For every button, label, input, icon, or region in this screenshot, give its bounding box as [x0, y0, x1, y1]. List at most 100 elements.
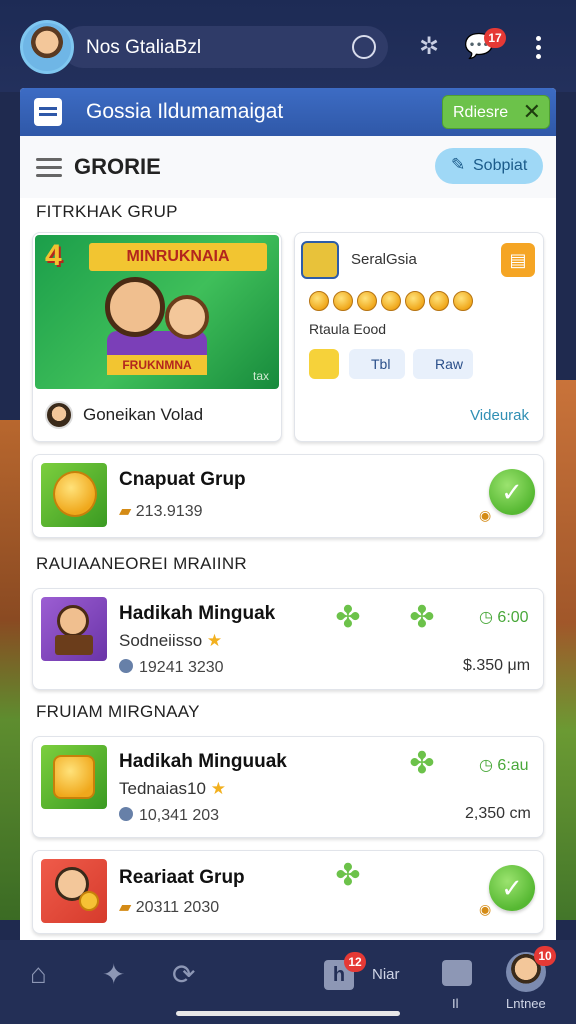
promo-strip: FRUKNMNA [107, 355, 207, 375]
submit-button-label: Sobpiat [473, 157, 528, 174]
promo-card[interactable]: 4 MINRUKNAIA FRUKNMNA tax Goneikan Volad [32, 232, 282, 442]
item-time-value: 6:au [497, 757, 529, 774]
content-list: FITRKHAK GRUP 4 MINRUKNAIA FRUKNMNA tax … [20, 198, 556, 940]
pill-raw[interactable]: Raw [413, 349, 473, 379]
notification-badge: 17 [484, 28, 506, 48]
reward-text: Rtaula Eood [309, 321, 387, 337]
list-item[interactable]: Hadikah Minguuak Tednaias10 ★ 10,341 203… [32, 736, 544, 838]
coin-icon [453, 291, 473, 311]
section3-label: FRUIAM MIRGNAAY [36, 702, 200, 721]
item-time: ◷ 6:00 [479, 607, 529, 627]
gold-coin-icon [41, 463, 107, 527]
small-coin-icon: ◉ [479, 901, 492, 917]
menu-icon[interactable] [36, 158, 62, 178]
message-nav-icon[interactable] [442, 960, 472, 986]
list-item[interactable]: Reariaat Grup ▰ 20311 2030 ✤ ✓ ◉ [32, 850, 544, 934]
coin-icon [429, 291, 449, 311]
profile-badge: 10 [534, 946, 556, 966]
panel-header: Gossia Ildumamaigat Rdiesre ✕ [20, 88, 556, 136]
coin-icon [381, 291, 401, 311]
group-card[interactable]: Cnapuat Grup ▰ 213.9139 ✓ ◉ [32, 454, 544, 538]
kid-icon [41, 597, 107, 661]
clock-icon: ◷ [479, 757, 493, 774]
item-title: Hadikah Minguuak [119, 751, 287, 772]
item-price: 2,350 cm [465, 805, 531, 822]
item-subtitle: Sodneiisso ★ [119, 631, 222, 651]
panel-title: Gossia Ildumamaigat [86, 100, 284, 123]
profile-label: Lntnee [506, 996, 546, 1011]
item-time-value: 6:00 [497, 609, 529, 626]
explore-icon[interactable]: ⟳ [172, 958, 195, 991]
item-subtitle-text: Sodneiisso [119, 631, 203, 650]
section-title: GRORIE [74, 154, 161, 179]
reward-logo-icon [301, 241, 339, 279]
pencil-icon: ✎ [451, 155, 466, 174]
clock-icon: ◷ [479, 609, 493, 626]
item-subtitle: Tednaias10 ★ [119, 779, 226, 799]
group-card-title: Cnapuat Grup [119, 469, 246, 490]
coin-icon [405, 291, 425, 311]
promo-image: 4 MINRUKNAIA FRUKNMNA tax [35, 235, 279, 389]
coin-icon [357, 291, 377, 311]
small-coin-icon: ◉ [479, 507, 492, 523]
release-button[interactable]: Rdiesre ✕ [442, 95, 550, 129]
search-bar[interactable]: Nos GtaliaBzl [62, 26, 388, 68]
item-meta: ▰ 20311 2030 [119, 897, 219, 917]
home-icon[interactable]: ⌂ [30, 958, 47, 990]
meta-icon [119, 659, 133, 673]
main-panel: Gossia Ildumamaigat Rdiesre ✕ GRORIE ✎ S… [20, 88, 556, 940]
background-scenery-right [554, 380, 576, 920]
reward-card-title: SeralGsia [351, 251, 417, 268]
coin-icon [333, 291, 353, 311]
settings-icon[interactable]: ✲ [414, 32, 444, 62]
chest-icon: ▰ [119, 899, 132, 916]
reward-card[interactable]: SeralGsia ▤ Rtaula Eood Tbl Raw Videurak [294, 232, 544, 442]
promo-number: 4 [45, 239, 62, 272]
gold-icon: ▰ [119, 503, 132, 520]
search-text: Nos GtaliaBzl [86, 37, 202, 58]
featured-label: FITRKHAK GRUP [36, 202, 178, 221]
promo-character [105, 277, 165, 337]
message-nav-label: Il [452, 996, 459, 1011]
background-scenery-left [0, 420, 22, 920]
treasure-icon [41, 745, 107, 809]
home-indicator[interactable] [176, 1011, 400, 1016]
promo-tag: tax [252, 369, 269, 383]
promo-banner: MINRUKNAIA [89, 243, 267, 271]
item-meta: 10,341 203 [119, 807, 219, 825]
item-meta-value: 20311 2030 [135, 899, 220, 916]
author-name: Goneikan Volad [83, 405, 204, 424]
bird-icon[interactable]: ✦ [102, 958, 125, 991]
item-subtitle-text: Tednaias10 [119, 779, 206, 798]
list-item[interactable]: Hadikah Minguak Sodneiisso ★ 19241 3230 … [32, 588, 544, 690]
chat-nav-label[interactable]: Niar [372, 966, 400, 983]
more-options-icon[interactable] [536, 36, 542, 62]
user-avatar[interactable] [20, 20, 74, 74]
coin-icon [309, 291, 329, 311]
meta-icon [119, 807, 133, 821]
leaf-icon: ✤ [409, 601, 435, 634]
star-icon: ★ [206, 631, 223, 650]
top-bar: Nos GtaliaBzl ✲ 💬 17 [0, 0, 576, 92]
group-card-meta-value: 213.9139 [135, 503, 203, 520]
author-avatar [45, 401, 73, 429]
search-icon[interactable] [352, 35, 376, 59]
star-icon: ★ [210, 779, 226, 798]
boy-icon [41, 859, 107, 923]
clipboard-icon[interactable]: ▤ [501, 243, 535, 277]
group-card-meta: ▰ 213.9139 [119, 501, 203, 521]
promo-character-small [165, 295, 209, 339]
section-header: GRORIE ✎ Sobpiat [20, 136, 556, 198]
pill-tbl[interactable]: Tbl [349, 349, 405, 379]
check-button[interactable]: ✓ [489, 865, 535, 911]
pill-tbl-label: Tbl [371, 356, 391, 372]
coin-badge-icon [309, 349, 339, 379]
video-link[interactable]: Videurak [470, 407, 529, 424]
check-button[interactable]: ✓ [489, 469, 535, 515]
submit-button[interactable]: ✎ Sobpiat [435, 148, 543, 184]
chat-nav-badge: 12 [344, 952, 366, 972]
leaf-icon: ✤ [409, 747, 435, 780]
item-meta-value: 10,341 203 [139, 807, 220, 824]
item-meta-value: 19241 3230 [139, 659, 224, 676]
close-icon[interactable]: ✕ [523, 99, 541, 125]
